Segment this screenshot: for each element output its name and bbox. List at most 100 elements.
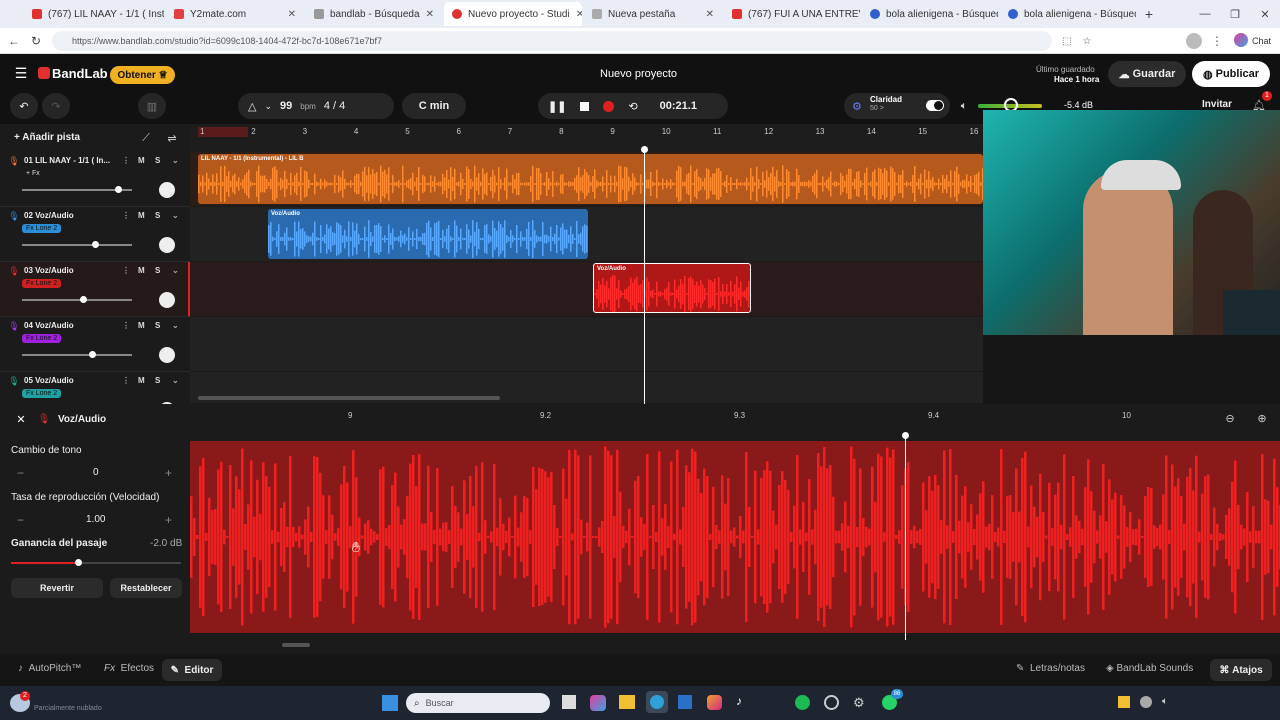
rate-value[interactable]: 1.00 bbox=[86, 514, 105, 525]
decrement-icon[interactable]: − bbox=[17, 513, 24, 527]
track-menu-icon[interactable]: ⋮ bbox=[122, 211, 130, 220]
claridad-toggle[interactable] bbox=[926, 100, 944, 111]
editor-scrollbar[interactable] bbox=[282, 643, 310, 647]
pan-knob[interactable] bbox=[159, 292, 175, 308]
tab-7[interactable]: bola alienigena - Búsqueda✕ bbox=[862, 4, 998, 24]
close-icon[interactable]: ✕ bbox=[706, 9, 714, 20]
autopitch-tab[interactable]: ♪ AutoPitch™ bbox=[18, 663, 81, 674]
track-row[interactable]: 🎙︎ 01 LIL NAAY - 1/1 ( In... ⋮ M S ⌄ + Fx bbox=[0, 152, 190, 207]
fx-tag[interactable]: Fx Lone 2 bbox=[22, 334, 62, 343]
tab-5[interactable]: Nueva pestaña ✕ bbox=[584, 4, 722, 24]
tab-1[interactable]: (767) LIL NAAY - 1/1 ( Instru✕ bbox=[24, 4, 164, 24]
shortcuts-button[interactable]: ⌘ Atajos bbox=[1210, 659, 1272, 681]
lane-03[interactable] bbox=[190, 262, 983, 317]
close-icon[interactable]: ✕ bbox=[426, 9, 434, 20]
loop-region[interactable] bbox=[198, 127, 248, 137]
windows-start-icon[interactable] bbox=[382, 695, 398, 711]
editor-playhead-handle[interactable] bbox=[902, 432, 909, 439]
undo-button[interactable]: ↶ bbox=[10, 93, 38, 119]
editor-playhead[interactable] bbox=[905, 434, 906, 640]
publish-button[interactable]: ◍ Publicar bbox=[1192, 61, 1270, 87]
effects-tab[interactable]: Fx Efectos bbox=[104, 663, 154, 674]
task-view-icon[interactable] bbox=[562, 695, 576, 709]
solo-button[interactable]: S bbox=[155, 321, 160, 330]
increment-icon[interactable]: + bbox=[165, 466, 172, 480]
track-name[interactable]: 04 Voz/Audio bbox=[24, 321, 74, 330]
track-row[interactable]: 🎙︎ 04 Voz/Audio ⋮ M S ⌄ Fx Lone 2 bbox=[0, 317, 190, 372]
solo-button[interactable]: S bbox=[155, 156, 160, 165]
wand-icon[interactable]: ⟋ bbox=[138, 130, 154, 146]
solo-button[interactable]: S bbox=[155, 211, 160, 220]
pan-knob[interactable] bbox=[159, 182, 175, 198]
track-volume-slider[interactable] bbox=[22, 354, 132, 356]
timeline-ruler[interactable]: 1 2 3 4 5 6 7 8 9 10 11 12 13 14 15 16 bbox=[190, 124, 983, 152]
track-name[interactable]: 01 LIL NAAY - 1/1 ( In... bbox=[24, 156, 110, 165]
close-editor-icon[interactable]: ✕ bbox=[14, 412, 28, 426]
editor-waveform-area[interactable]: 9 9.2 9.3 9.4 10 ⊖ ⊕ ✋︎ bbox=[190, 404, 1280, 654]
playhead[interactable] bbox=[644, 146, 645, 404]
pitch-stepper[interactable]: − 0 + bbox=[11, 463, 181, 483]
reset-button[interactable]: Restablecer bbox=[110, 578, 182, 598]
chevron-down-icon[interactable]: ⌄ bbox=[264, 101, 272, 112]
add-track-button[interactable]: + Añadir pista bbox=[14, 132, 80, 143]
mute-button[interactable]: M bbox=[138, 156, 145, 165]
pan-knob[interactable] bbox=[159, 347, 175, 363]
track-menu-icon[interactable]: ⋮ bbox=[122, 156, 130, 165]
track-volume-slider[interactable] bbox=[22, 244, 132, 246]
track-volume-handle[interactable] bbox=[92, 241, 99, 248]
tab-4-active[interactable]: Nuevo proyecto - Studi ✕ bbox=[444, 2, 582, 26]
reload-icon[interactable]: ↻ bbox=[28, 33, 44, 49]
file-explorer-icon[interactable] bbox=[619, 695, 635, 709]
chat-label[interactable]: Chat bbox=[1252, 36, 1271, 46]
clip-voz-2[interactable]: Voz/Audio bbox=[268, 209, 588, 259]
taskbar-search[interactable]: ⌕ Buscar bbox=[406, 693, 550, 713]
maximize-icon[interactable]: ❐ bbox=[1226, 5, 1244, 23]
chevron-down-icon[interactable]: ⌄ bbox=[172, 266, 179, 275]
metronome-icon[interactable]: △ bbox=[248, 100, 256, 113]
obtener-button[interactable]: Obtener ♕ bbox=[110, 66, 175, 84]
profile-avatar[interactable] bbox=[1186, 33, 1202, 49]
instagram-icon[interactable] bbox=[707, 695, 722, 710]
horizontal-scrollbar[interactable] bbox=[198, 396, 500, 400]
extensions-icon[interactable]: ⬚ bbox=[1060, 34, 1074, 48]
close-window-icon[interactable]: ✕ bbox=[1256, 5, 1274, 23]
chevron-down-icon[interactable]: ⌄ bbox=[172, 321, 179, 330]
track-menu-icon[interactable]: ⋮ bbox=[122, 321, 130, 330]
tab-8[interactable]: bola alienigena - Búsqueda✕ bbox=[1000, 4, 1136, 24]
new-tab-icon[interactable]: + bbox=[1140, 5, 1158, 23]
clip-instrumental[interactable]: LIL NAAY - 1/1 (Instrumental) - LIL B bbox=[198, 154, 983, 204]
network-icon[interactable] bbox=[1140, 696, 1152, 708]
star-icon[interactable]: ☆ bbox=[1080, 34, 1094, 48]
chevron-down-icon[interactable]: ⌄ bbox=[172, 156, 179, 165]
chrome-icon[interactable] bbox=[824, 695, 839, 710]
increment-icon[interactable]: + bbox=[165, 513, 172, 527]
tray-icon[interactable] bbox=[1118, 696, 1130, 708]
track-menu-icon[interactable]: ⋮ bbox=[122, 266, 130, 275]
settings-gear-icon[interactable]: ⚙ bbox=[853, 695, 868, 710]
fx-tag[interactable]: Fx Lone 2 bbox=[22, 279, 62, 288]
tab-6[interactable]: (767) FUI A UNA ENTREVIST✕ bbox=[724, 4, 860, 24]
track-volume-handle[interactable] bbox=[80, 296, 87, 303]
weather-text[interactable]: Parcialmente nublado bbox=[34, 705, 102, 712]
invite-button[interactable]: Invitar bbox=[1202, 99, 1232, 110]
menu-dots-icon[interactable]: ⋮ bbox=[1210, 33, 1224, 49]
pause-icon[interactable]: ❚❚ bbox=[548, 100, 566, 113]
record-icon[interactable] bbox=[603, 100, 615, 112]
revert-button[interactable]: Revertir bbox=[11, 578, 103, 598]
speaker-icon[interactable]: 🔈︎ bbox=[956, 98, 972, 114]
project-title[interactable]: Nuevo proyecto bbox=[600, 68, 677, 80]
loop-icon[interactable]: ⟲ bbox=[628, 100, 637, 113]
minimize-icon[interactable]: — bbox=[1196, 5, 1214, 23]
zoom-out-icon[interactable]: ⊖ bbox=[1223, 411, 1237, 425]
mixer-button[interactable]: ▥ bbox=[138, 93, 166, 119]
chevron-down-icon[interactable]: ⌄ bbox=[172, 376, 179, 385]
lane-04[interactable] bbox=[190, 317, 983, 372]
editor-clip[interactable] bbox=[190, 441, 1280, 633]
track-row[interactable]: 🎙︎ 03 Voz/Audio ⋮ M S ⌄ Fx Lone 2 bbox=[0, 262, 190, 317]
fx-tag[interactable]: + Fx bbox=[22, 169, 44, 178]
close-icon[interactable]: ✕ bbox=[576, 9, 582, 20]
hamburger-menu-icon[interactable]: ☰ bbox=[12, 65, 30, 81]
stop-icon[interactable] bbox=[580, 101, 590, 111]
tab-2[interactable]: Y2mate.com ✕ bbox=[166, 4, 304, 24]
store-icon[interactable] bbox=[678, 695, 692, 709]
